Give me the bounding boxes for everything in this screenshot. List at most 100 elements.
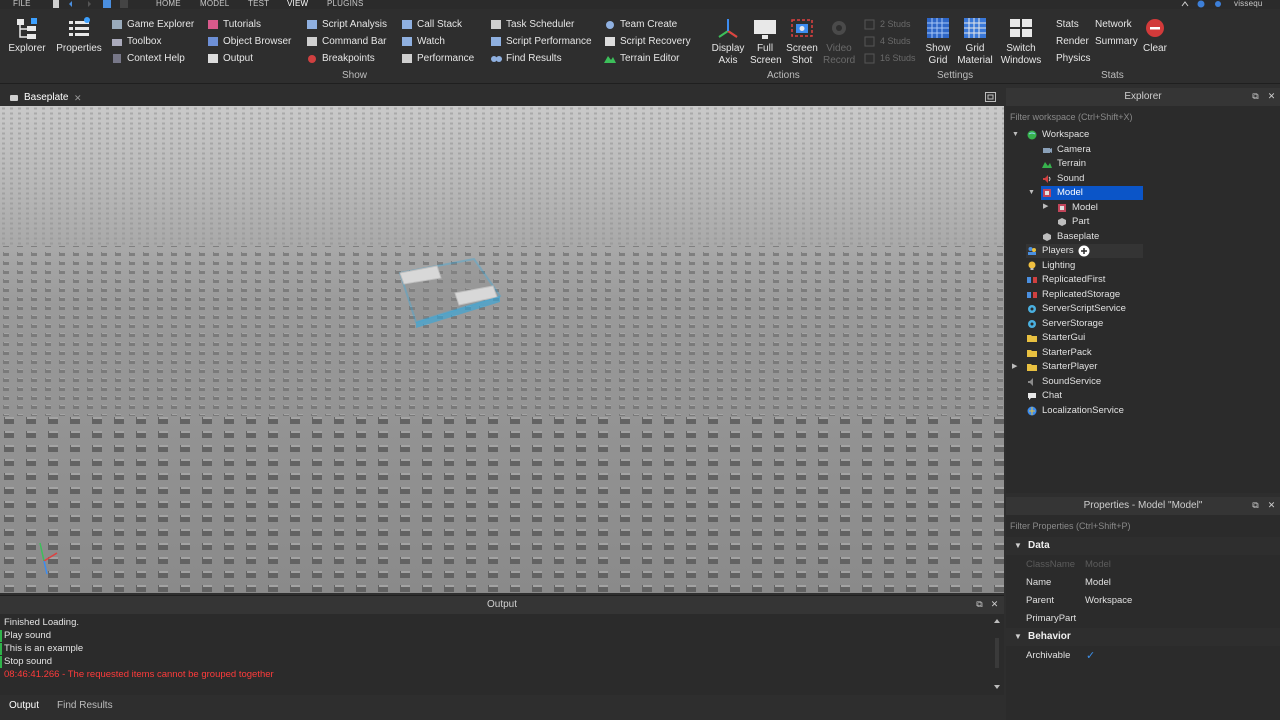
object-browser-button[interactable]: Object Browser [207, 34, 291, 49]
terrain-editor-button[interactable]: Terrain Editor [604, 51, 679, 66]
property-row-archivable[interactable]: Archivable ✓ [1006, 647, 1280, 665]
redo-icon[interactable] [84, 0, 92, 8]
context-help-button[interactable]: Context Help [111, 51, 185, 66]
full-screen-label-2: Screen [750, 55, 782, 66]
tree-item-label: Chat [1042, 390, 1063, 401]
tab-model[interactable]: MODEL [200, 0, 229, 9]
arrow-up-icon[interactable] [1181, 0, 1189, 8]
toolbox-label: Toolbox [127, 36, 162, 47]
watch-button[interactable]: Watch [401, 34, 445, 49]
performance-button[interactable]: Performance [401, 51, 474, 66]
section-behavior[interactable]: ▼ Behavior [1006, 628, 1280, 646]
3d-viewport[interactable] [0, 106, 1004, 593]
grid-16-studs-button[interactable]: 16 Studs [864, 51, 916, 66]
property-name: ClassName [1026, 559, 1076, 570]
collapse-arrow-icon[interactable]: ▼ [1028, 189, 1036, 197]
terrain-editor-label: Terrain Editor [620, 53, 680, 64]
actions-group-label: Actions [767, 70, 800, 81]
screen-shot-button[interactable]: Screen Shot [786, 17, 818, 67]
undock-icon[interactable]: ⧉ [1251, 501, 1260, 510]
replicated-first-icon [1027, 277, 1037, 283]
properties-button[interactable]: Properties [56, 17, 102, 55]
tab-plugins[interactable]: PLUGINS [327, 0, 364, 9]
sound-service-icon [1028, 378, 1033, 386]
help-icon[interactable] [1197, 0, 1205, 8]
close-icon[interactable]: ✕ [990, 600, 999, 609]
property-value[interactable]: Model [1085, 574, 1111, 592]
collapse-arrow-icon[interactable]: ▼ [1014, 628, 1022, 646]
grid-2-studs-button[interactable]: 2 Studs [864, 17, 911, 32]
document-tab-bar: Baseplate ✕ [0, 88, 1004, 106]
physics-button[interactable]: Physics [1040, 51, 1090, 66]
video-record-button[interactable]: Video Record [823, 17, 855, 67]
tab-baseplate[interactable]: Baseplate ✕ [6, 91, 82, 105]
display-axis-button[interactable]: Display Axis [711, 17, 745, 67]
property-value[interactable]: Workspace [1085, 592, 1132, 610]
script-recovery-button[interactable]: Script Recovery [604, 34, 691, 49]
property-row-primarypart[interactable]: PrimaryPart [1006, 610, 1280, 628]
add-object-icon[interactable] [1078, 245, 1090, 257]
tab-home[interactable]: HOME [156, 0, 181, 9]
full-screen-button[interactable]: Full Screen [750, 17, 782, 67]
close-icon[interactable]: ✕ [1267, 501, 1276, 510]
clear-icon [1146, 19, 1164, 37]
script-analysis-button[interactable]: Script Analysis [306, 17, 387, 32]
team-create-button[interactable]: Team Create [604, 17, 677, 32]
collapse-arrow-icon[interactable]: ▼ [1012, 131, 1020, 139]
file-menu[interactable]: FILE [13, 0, 31, 9]
summary-button[interactable]: Summary [1079, 34, 1138, 49]
user-name[interactable]: vissequ [1234, 0, 1263, 9]
share-icon[interactable] [1214, 0, 1222, 8]
script-performance-button[interactable]: Script Performance [490, 34, 592, 49]
task-scheduler-button[interactable]: Task Scheduler [490, 17, 574, 32]
expand-arrow-icon[interactable]: ▶ [1012, 363, 1020, 371]
property-row-name[interactable]: Name Model [1006, 574, 1280, 592]
close-icon[interactable]: ✕ [1267, 92, 1276, 101]
breakpoints-button[interactable]: Breakpoints [306, 51, 375, 66]
tutorials-button[interactable]: Tutorials [207, 17, 261, 32]
undo-icon[interactable] [68, 0, 76, 8]
collapse-arrow-icon[interactable]: ▼ [1014, 537, 1022, 555]
add-icon[interactable] [103, 0, 111, 8]
switch-windows-button[interactable]: Switch Windows [998, 17, 1044, 67]
full-screen-icon [754, 20, 776, 39]
command-bar-button[interactable]: Command Bar [306, 34, 386, 49]
tab-view[interactable]: VIEW [287, 0, 308, 9]
clear-button[interactable]: Clear [1140, 17, 1170, 55]
network-button[interactable]: Network [1079, 17, 1132, 32]
call-stack-button[interactable]: Call Stack [401, 17, 462, 32]
grid-4-studs-button[interactable]: 4 Studs [864, 34, 911, 49]
show-grid-button[interactable]: Show Grid [922, 17, 954, 67]
tab-find-results[interactable]: Find Results [57, 700, 113, 711]
expand-arrow-icon[interactable]: ▶ [1043, 203, 1051, 211]
maximize-icon[interactable] [985, 92, 996, 102]
undock-icon[interactable]: ⧉ [975, 600, 984, 609]
tree-item-label: StarterGui [1042, 332, 1086, 343]
game-explorer-button[interactable]: Game Explorer [111, 17, 194, 32]
stats-button[interactable]: Stats [1040, 17, 1079, 32]
tree-item-label: LocalizationService [1042, 405, 1124, 416]
explorer-button[interactable]: Explorer [8, 17, 46, 55]
grid-material-button[interactable]: Grid Material [956, 17, 994, 67]
camera-icon [1043, 148, 1052, 153]
tab-test[interactable]: TEST [248, 0, 269, 9]
undock-icon[interactable]: ⧉ [1251, 92, 1260, 101]
explorer-filter-input[interactable]: Filter workspace (Ctrl+Shift+X) [1010, 110, 1276, 124]
save-icon[interactable] [52, 0, 60, 8]
output-button[interactable]: Output [207, 51, 253, 66]
properties-filter-input[interactable]: Filter Properties (Ctrl+Shift+P) [1010, 519, 1276, 533]
find-results-button[interactable]: Find Results [490, 51, 562, 66]
properties-panel: Properties - Model "Model" ⧉ ✕ Filter Pr… [1006, 497, 1280, 720]
blank-icon[interactable] [120, 0, 128, 8]
archivable-checkbox[interactable]: ✓ [1086, 647, 1095, 665]
close-icon[interactable]: ✕ [74, 91, 82, 105]
script-recovery-label: Script Recovery [620, 36, 691, 47]
toolbox-button[interactable]: Toolbox [111, 34, 161, 49]
section-data[interactable]: ▼ Data [1006, 537, 1280, 555]
output-scrollbar[interactable] [993, 618, 1001, 690]
tree-item-label: Lighting [1042, 260, 1076, 271]
tab-output[interactable]: Output [9, 700, 39, 711]
property-row-parent[interactable]: Parent Workspace [1006, 592, 1280, 610]
show-grid-label-1: Show [925, 43, 951, 54]
output-error-line: 08:46:41.266 - The requested items canno… [4, 669, 274, 680]
